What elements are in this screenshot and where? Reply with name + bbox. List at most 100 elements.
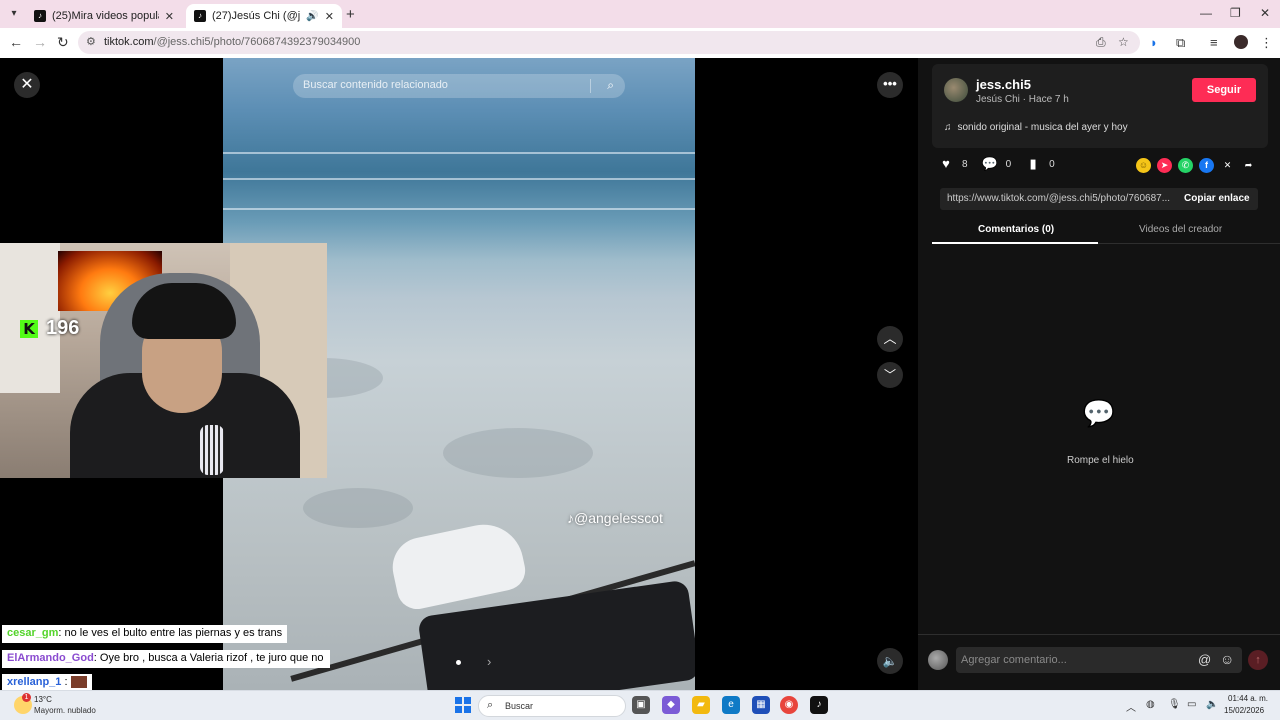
- url-text[interactable]: tiktok.com/@jess.chi5/photo/760687439237…: [104, 36, 360, 48]
- close-viewer-button[interactable]: ✕: [14, 72, 40, 98]
- store-icon[interactable]: ▦: [752, 696, 770, 714]
- webcam-overlay: [0, 243, 327, 478]
- reload-icon[interactable]: ↻: [57, 34, 69, 51]
- creator-avatar[interactable]: [944, 78, 968, 102]
- send-icon[interactable]: ➤: [1157, 158, 1172, 173]
- save-count: 0: [1049, 158, 1055, 170]
- new-tab-button[interactable]: +: [346, 6, 355, 23]
- copy-link-button[interactable]: Copiar enlace: [1184, 193, 1250, 204]
- close-tab-icon[interactable]: ✕: [325, 10, 334, 23]
- search-placeholder: Buscar contenido relacionado: [303, 79, 448, 91]
- kick-logo-icon: K: [20, 319, 38, 338]
- forward-icon[interactable]: →: [33, 34, 47, 50]
- viewer-count: 196: [46, 317, 80, 339]
- whatsapp-icon[interactable]: ✆: [1178, 158, 1193, 173]
- post-link-row: https://www.tiktok.com/@jess.chi5/photo/…: [940, 188, 1258, 210]
- share-icons: ☺ ➤ ✆ f ✕ ➦: [1136, 158, 1256, 173]
- facebook-icon[interactable]: f: [1199, 158, 1214, 173]
- next-slide-icon[interactable]: ›: [487, 654, 491, 669]
- send-comment-button[interactable]: ↑: [1248, 650, 1268, 670]
- search-icon[interactable]: ⌕: [607, 78, 614, 93]
- bookmark-star-icon[interactable]: ☆: [1118, 35, 1129, 49]
- related-search-input[interactable]: Buscar contenido relacionado ⌕: [293, 74, 625, 98]
- divider: [590, 79, 591, 93]
- comment-input[interactable]: Agregar comentario... @ ☺: [956, 647, 1242, 673]
- close-window-icon[interactable]: ✕: [1260, 6, 1270, 20]
- creator-username[interactable]: jess.chi5: [976, 77, 1031, 92]
- install-app-icon[interactable]: ⎙: [1096, 35, 1106, 50]
- comment-count: 0: [1005, 158, 1012, 170]
- weather-temperature[interactable]: 13°C: [34, 695, 52, 704]
- like-stat[interactable]: ♥ 8: [938, 156, 967, 172]
- tiktok-app-icon[interactable]: ♪: [810, 696, 828, 714]
- comment-icon[interactable]: 💬: [982, 156, 998, 172]
- follow-button[interactable]: Seguir: [1192, 78, 1256, 102]
- tab-search-menu-icon[interactable]: ▾: [6, 6, 22, 22]
- previous-post-button[interactable]: ︿: [877, 326, 903, 352]
- browser-toolbar: ← → ↻ ⚙ tiktok.com/@jess.chi5/photo/7606…: [0, 28, 1280, 58]
- tab-title: (25)Mira videos populares sele: [52, 10, 159, 22]
- chat-text: :: [61, 676, 71, 688]
- tiktok-watermark: ♪@angelesscot: [567, 510, 663, 526]
- comment-stat[interactable]: 💬 0: [982, 156, 1012, 172]
- share-arrow-icon[interactable]: ➦: [1241, 158, 1256, 173]
- x-twitter-icon[interactable]: ✕: [1220, 158, 1235, 173]
- tab-title: (27)Jesús Chi (@jess.chi5) |: [212, 10, 301, 22]
- chat-text: : Oye bro , busca a Valeria rizof , te j…: [93, 652, 324, 664]
- chrome-icon[interactable]: ◉: [780, 696, 798, 714]
- tray-chevron-icon[interactable]: ︿: [1126, 699, 1136, 714]
- teams-icon[interactable]: ◆: [662, 696, 680, 714]
- comment-tabs: Comentarios (0) Videos del creador: [932, 218, 1280, 244]
- more-options-button[interactable]: •••: [877, 72, 903, 98]
- close-tab-icon[interactable]: ✕: [165, 10, 174, 23]
- back-icon[interactable]: ←: [9, 34, 23, 50]
- mention-icon[interactable]: @: [1198, 652, 1211, 667]
- start-windows-icon[interactable]: [455, 697, 471, 713]
- music-info[interactable]: ♫ sonido original - musica del ayer y hoy: [944, 122, 1128, 133]
- volume-button[interactable]: 🔈: [877, 648, 903, 674]
- minimize-icon[interactable]: —: [1200, 6, 1212, 20]
- chat-message: cesar_gm: no le ves el bulto entre las p…: [2, 625, 288, 643]
- tab-audio-icon[interactable]: 🔊: [306, 11, 318, 22]
- file-explorer-icon[interactable]: ▰: [692, 696, 710, 714]
- site-info-icon[interactable]: ⚙: [86, 35, 96, 48]
- weather-description[interactable]: Mayorm. nublado: [34, 706, 96, 715]
- taskbar-search[interactable]: ⌕ Buscar: [478, 695, 626, 717]
- tiktok-photo-viewer: ✕ Buscar contenido relacionado ⌕ ♪@angel…: [0, 58, 1280, 692]
- empty-comments-icon: 💬: [1082, 398, 1116, 428]
- chat-message: ElArmando_God: Oye bro , busca a Valeria…: [2, 650, 330, 668]
- browser-tab-active[interactable]: ♪ (27)Jesús Chi (@jess.chi5) | 🔊 ✕: [186, 4, 342, 28]
- post-link[interactable]: https://www.tiktok.com/@jess.chi5/photo/…: [947, 193, 1173, 204]
- network-icon[interactable]: ▭: [1187, 699, 1196, 710]
- heart-icon[interactable]: ♥: [938, 156, 954, 172]
- tiktok-favicon-icon: ♪: [34, 10, 46, 22]
- address-bar[interactable]: ⚙ tiktok.com/@jess.chi5/photo/7606874392…: [78, 31, 1140, 54]
- bookmark-icon[interactable]: ▮: [1025, 156, 1041, 172]
- tray-app-icon[interactable]: ◍: [1146, 699, 1155, 710]
- microphone-shape: [200, 425, 224, 475]
- profile-avatar[interactable]: [1234, 35, 1248, 49]
- extensions-puzzle-icon[interactable]: ⧉: [1176, 35, 1185, 51]
- post-stats: ♥ 8 💬 0 ▮ 0: [938, 156, 1055, 172]
- taskbar-date[interactable]: 15/02/2026: [1224, 706, 1264, 715]
- browser-tab-inactive[interactable]: ♪ (25)Mira videos populares sele ✕: [26, 4, 182, 28]
- wave-line: [223, 208, 695, 210]
- tab-comments[interactable]: Comentarios (0): [978, 224, 1054, 235]
- shoe-shape: [387, 517, 529, 613]
- emoji-icon[interactable]: ☺: [1220, 651, 1234, 667]
- edge-icon[interactable]: e: [722, 696, 740, 714]
- task-view-icon[interactable]: ▣: [632, 696, 650, 714]
- volume-icon[interactable]: 🔈: [1206, 699, 1218, 710]
- slide-indicator-dot[interactable]: [456, 660, 461, 665]
- browser-menu-icon[interactable]: ⋮: [1260, 35, 1273, 51]
- taskbar-time[interactable]: 01:44 a. m.: [1228, 694, 1268, 703]
- repost-icon[interactable]: ☺: [1136, 158, 1151, 173]
- restore-icon[interactable]: ❐: [1230, 6, 1241, 20]
- media-control-icon[interactable]: ≡: [1210, 35, 1218, 50]
- next-post-button[interactable]: ﹀: [877, 362, 903, 388]
- microphone-icon[interactable]: 🎙: [1168, 699, 1181, 710]
- extension-icon[interactable]: ◗: [1150, 35, 1158, 50]
- music-title: sonido original - musica del ayer y hoy: [957, 122, 1128, 133]
- save-stat[interactable]: ▮ 0: [1025, 156, 1055, 172]
- tab-creator-videos[interactable]: Videos del creador: [1139, 224, 1222, 235]
